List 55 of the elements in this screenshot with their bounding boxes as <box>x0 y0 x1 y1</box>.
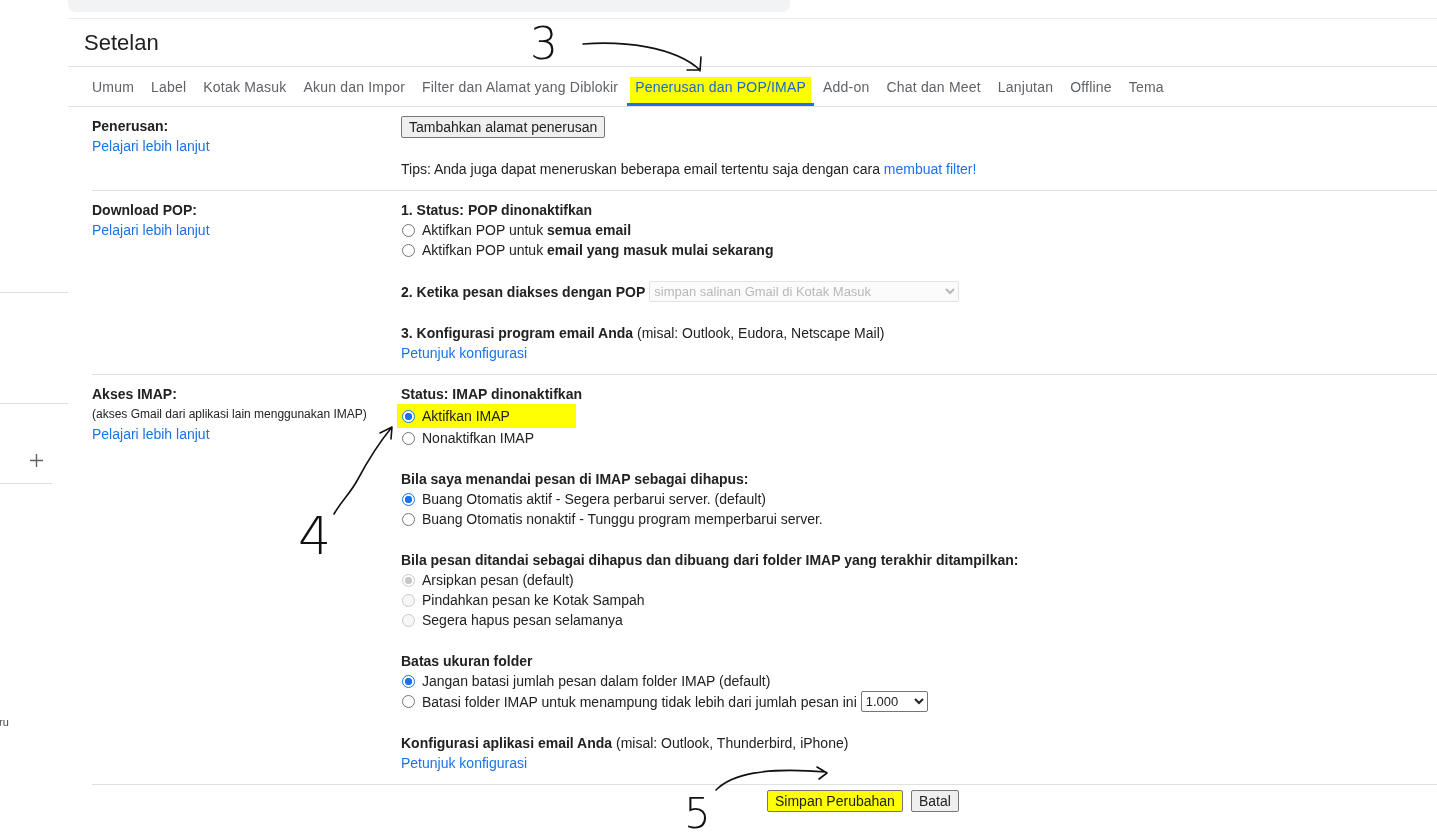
section-label: Akses IMAP: <box>92 385 177 404</box>
description-text: 3. Konfigurasi program email Anda (misal: Outlook, Eudora, Netscape Mail) <box>401 324 885 343</box>
section-label: Download POP: <box>92 201 197 220</box>
radio-option[interactable]: Aktifkan POP untuk semua email <box>401 220 632 240</box>
annotation-number: 3 <box>530 22 558 66</box>
section-label: Penerusan: <box>92 117 169 136</box>
radio-button[interactable] <box>402 695 415 708</box>
settings-tab[interactable]: Akun dan Impor <box>295 67 414 106</box>
tip-text: Tips: Anda juga dapat meneruskan beberapa email tertentu saja dengan cara membuat filter! <box>401 160 977 179</box>
settings-tab[interactable]: Chat dan Meet <box>878 67 989 106</box>
radio-option[interactable]: Nonaktifkan IMAP <box>401 428 535 448</box>
sidebar-text: ru <box>0 715 9 729</box>
radio-button[interactable] <box>402 492 415 506</box>
radio-button[interactable] <box>402 512 415 526</box>
settings-tab[interactable]: Lanjutan <box>989 67 1062 106</box>
radio-button[interactable] <box>402 674 415 688</box>
option-heading: Status: IMAP dinonaktifkan <box>401 385 582 404</box>
radio-option[interactable]: Aktifkan IMAP <box>397 404 576 428</box>
config-guide-link[interactable]: Petunjuk konfigurasi <box>401 753 528 773</box>
annotation-number: 4 <box>298 510 332 562</box>
add-address-button[interactable]: Tambahkan alamat penerusan <box>401 116 606 138</box>
description-text: Konfigurasi aplikasi email Anda (misal: Outlook, Thunderbird, iPhone) <box>401 734 849 753</box>
radio-option[interactable]: Buang Otomatis nonaktif - Tunggu program memperbarui server. <box>401 509 823 529</box>
radio-option[interactable]: Buang Otomatis aktif - Segera perbarui server. (default) <box>401 489 766 509</box>
radio-option[interactable]: Aktifkan POP untuk email yang masuk mulai sekarang <box>401 240 774 260</box>
learn-more-link[interactable]: Pelajari lebih lanjut <box>92 424 210 444</box>
radio-button[interactable] <box>402 243 415 257</box>
section-note: (akses Gmail dari aplikasi lain menggunakan IMAP) <box>92 406 367 423</box>
radio-button[interactable] <box>402 431 415 445</box>
settings-tab[interactable]: Add-on <box>815 67 878 106</box>
field-label: 2. Ketika pesan diakses dengan POP <box>401 282 646 302</box>
option-heading: 1. Status: POP dinonaktifkan <box>401 201 593 220</box>
settings-tab[interactable]: Label <box>143 67 195 106</box>
annotation-number: 5 <box>684 793 711 835</box>
radio-option[interactable]: Jangan batasi jumlah pesan dalam folder IMAP (default) <box>401 671 771 691</box>
radio-option[interactable]: Batasi folder IMAP untuk menampung tidak lebih dari jumlah pesan ini <box>401 691 857 712</box>
option-heading: Batas ukuran folder <box>401 652 533 671</box>
settings-tab[interactable]: Umum <box>84 67 143 106</box>
radio-button[interactable] <box>402 223 415 237</box>
create-filter-link[interactable]: membuat filter! <box>883 161 977 177</box>
radio-button[interactable] <box>402 409 415 423</box>
settings-tab[interactable]: Tema <box>1120 67 1172 106</box>
plus-icon[interactable] <box>30 454 43 467</box>
settings-tab[interactable]: Offline <box>1062 67 1120 106</box>
settings-tab[interactable]: Filter dan Alamat yang Diblokir <box>414 67 627 106</box>
learn-more-link[interactable]: Pelajari lebih lanjut <box>92 220 210 240</box>
save-button[interactable]: Simpan Perubahan <box>767 790 903 812</box>
learn-more-link[interactable]: Pelajari lebih lanjut <box>92 136 210 156</box>
cancel-button[interactable]: Batal <box>910 790 959 812</box>
settings-tab[interactable]: Kotak Masuk <box>195 67 295 106</box>
page-title: Setelan <box>84 29 159 56</box>
dropdown[interactable]: 1.000 <box>860 691 928 712</box>
option-heading: Bila saya menandai pesan di IMAP sebagai dihapus: <box>401 470 749 489</box>
option-heading: Bila pesan ditandai sebagai dihapus dan dibuang dari folder IMAP yang terakhir ditampilkan: <box>401 551 1019 570</box>
config-guide-link[interactable]: Petunjuk konfigurasi <box>401 343 528 363</box>
